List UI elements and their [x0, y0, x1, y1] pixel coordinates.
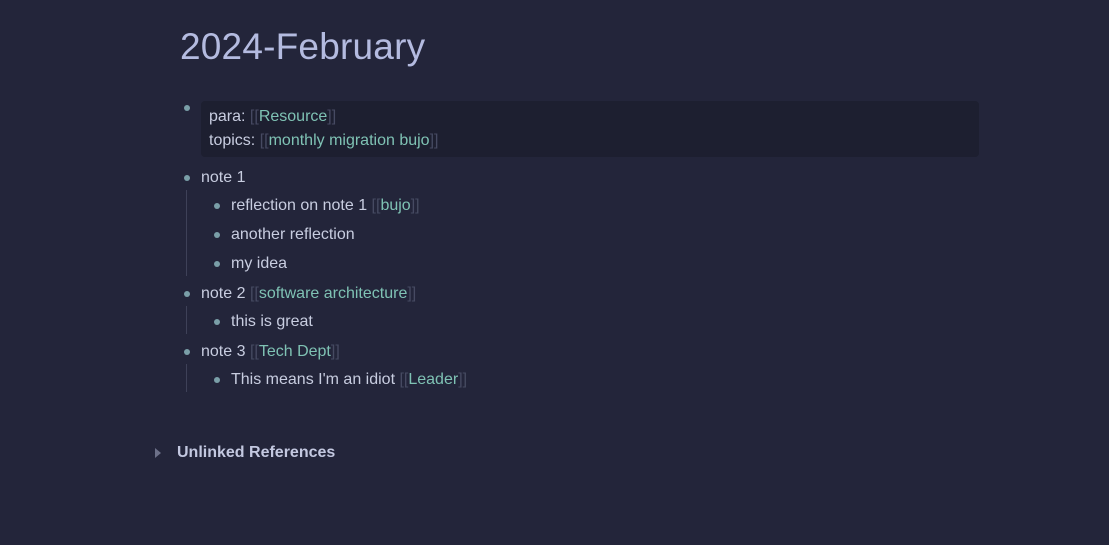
ref-close-bracket: ]]: [407, 285, 417, 302]
property-key-topics: topics:: [209, 132, 256, 149]
block-my-idea[interactable]: my idea: [231, 252, 287, 276]
unlinked-references-label: Unlinked References: [177, 444, 336, 461]
caret-right-icon[interactable]: [155, 448, 161, 458]
properties-block[interactable]: para: [[Resource]] topics: [[monthly mig…: [180, 100, 980, 160]
block-bullet[interactable]: [214, 203, 220, 209]
ref-close-bracket: ]]: [429, 132, 439, 149]
property-para: para: [[Resource]]: [209, 105, 336, 129]
page-ref-bujo[interactable]: bujo: [380, 197, 410, 214]
block-idiot[interactable]: This means I'm an idiot [[Leader]]: [231, 368, 467, 392]
page-ref-tech-dept[interactable]: Tech Dept: [259, 343, 331, 360]
block-text: note 1: [201, 169, 246, 186]
ref-open-bracket: [[: [249, 343, 259, 360]
block-list: para: [[Resource]] topics: [[monthly mig…: [180, 100, 980, 160]
ref-open-bracket: [[: [259, 132, 269, 149]
block-text: another reflection: [231, 226, 355, 243]
block-text: note 3: [201, 343, 246, 360]
page-ref-software-architecture[interactable]: software architecture: [259, 285, 408, 302]
block-bullet[interactable]: [184, 291, 190, 297]
block-text: note 2: [201, 285, 246, 302]
ref-close-bracket: ]]: [330, 343, 340, 360]
ref-open-bracket: [[: [249, 285, 259, 302]
block-text: reflection on note 1: [231, 197, 368, 214]
block-this-is-great[interactable]: this is great: [231, 310, 313, 334]
block-bullet[interactable]: [184, 349, 190, 355]
property-topics: topics: [[monthly migration bujo]]: [209, 129, 438, 153]
ref-close-bracket: ]]: [327, 108, 337, 125]
block-another-reflection[interactable]: another reflection: [231, 223, 355, 247]
block-reflection[interactable]: reflection on note 1 [[bujo]]: [231, 194, 420, 218]
unlinked-references-toggle[interactable]: Unlinked References: [155, 441, 335, 465]
block-bullet[interactable]: [214, 319, 220, 325]
ref-close-bracket: ]]: [458, 371, 468, 388]
page-ref-monthly-migration-bujo[interactable]: monthly migration bujo: [269, 132, 430, 149]
properties-box[interactable]: para: [[Resource]] topics: [[monthly mig…: [201, 101, 979, 157]
block-bullet[interactable]: [184, 175, 190, 181]
page-title[interactable]: 2024-February: [180, 24, 425, 70]
ref-close-bracket: ]]: [410, 197, 420, 214]
journal-page: 2024-February para: [[Resource]] topics:…: [0, 0, 1109, 545]
block-bullet[interactable]: [214, 377, 220, 383]
property-key-para: para:: [209, 108, 246, 125]
children-guide-line[interactable]: [186, 306, 187, 334]
page-ref-leader[interactable]: Leader: [408, 371, 458, 388]
block-text: This means I'm an idiot: [231, 371, 396, 388]
page-ref-resource[interactable]: Resource: [259, 108, 327, 125]
block-text: my idea: [231, 255, 288, 272]
block-bullet[interactable]: [184, 105, 190, 111]
children-guide-line[interactable]: [186, 190, 187, 276]
ref-open-bracket: [[: [249, 108, 259, 125]
block-note-1[interactable]: note 1: [201, 166, 245, 190]
block-text: this is great: [231, 313, 313, 330]
block-note-3[interactable]: note 3 [[Tech Dept]]: [201, 340, 340, 364]
children-guide-line[interactable]: [186, 364, 187, 392]
block-bullet[interactable]: [214, 261, 220, 267]
block-bullet[interactable]: [214, 232, 220, 238]
block-note-2[interactable]: note 2 [[software architecture]]: [201, 282, 416, 306]
